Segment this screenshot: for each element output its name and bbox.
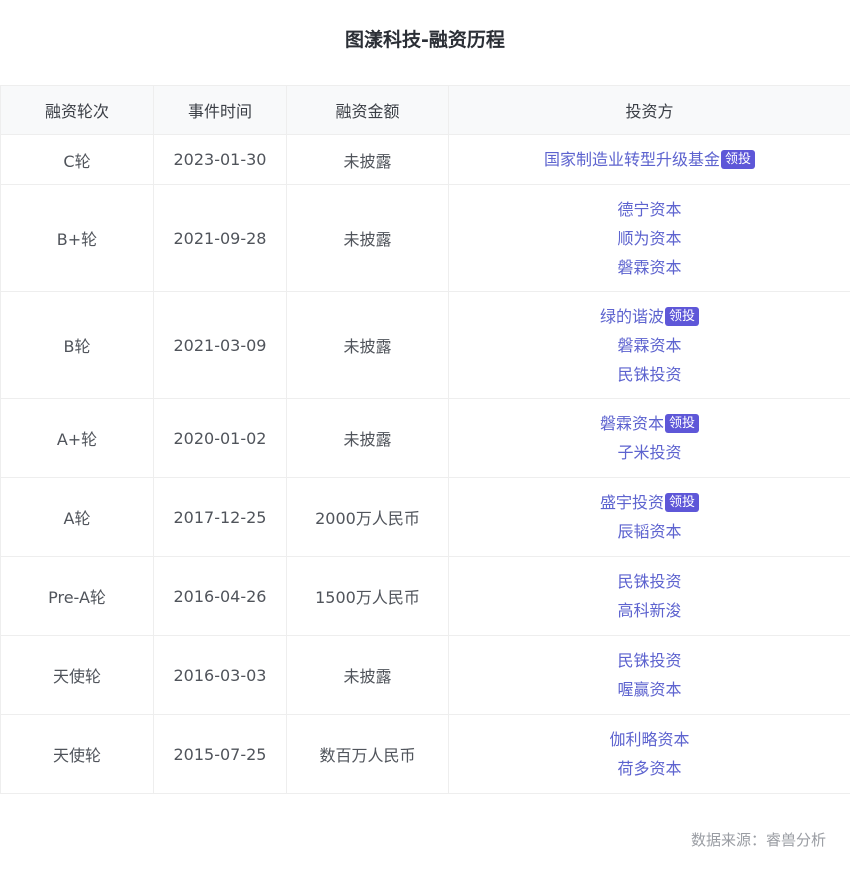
investors-cell: 盛宇投资 领投辰韬资本 <box>448 477 850 557</box>
round-cell: 天使轮 <box>0 714 154 794</box>
round-cell: B+轮 <box>0 184 154 292</box>
investor-item: 德宁资本 <box>449 195 850 224</box>
investor-link[interactable]: 民铢投资 <box>617 365 681 384</box>
lead-investor-badge: 领投 <box>665 306 700 326</box>
data-source-note: 数据来源：睿兽分析 <box>690 831 826 849</box>
date-cell: 2020-01-02 <box>153 398 287 478</box>
date-cell: 2021-03-09 <box>153 291 287 399</box>
investor-link[interactable]: 绿的谐波 <box>600 307 664 326</box>
table-row: B轮 2021-03-09 未披露 绿的谐波 领投 磐霖资本 民铢投资 <box>0 291 850 399</box>
date-cell: 2017-12-25 <box>153 477 287 557</box>
amount-cell: 2000万人民币 <box>286 477 449 557</box>
investor-link[interactable]: 磐霖资本 <box>617 336 681 355</box>
investor-link[interactable]: 喔赢资本 <box>617 680 681 699</box>
investor-link[interactable]: 高科新浚 <box>617 601 681 620</box>
amount-cell: 未披露 <box>286 291 449 399</box>
investor-link[interactable]: 子米投资 <box>617 443 681 462</box>
column-header-amount: 融资金额 <box>286 85 449 135</box>
amount-cell: 数百万人民币 <box>286 714 449 794</box>
table-row: 天使轮 2016-03-03 未披露 民铢投资 喔赢资本 <box>0 635 850 715</box>
round-cell: C轮 <box>0 134 154 185</box>
investor-item: 荷多资本 <box>449 754 850 783</box>
investors-cell: 民铢投资 喔赢资本 <box>448 635 850 715</box>
investor-item: 盛宇投资 领投 <box>449 488 850 517</box>
investors-cell: 磐霖资本 领投子米投资 <box>448 398 850 478</box>
table-row: B+轮 2021-09-28 未披露 德宁资本 顺为资本 磐霖资本 <box>0 184 850 292</box>
investor-item: 子米投资 <box>449 438 850 467</box>
investor-item: 绿的谐波 领投 <box>449 302 850 331</box>
investor-link[interactable]: 磐霖资本 <box>600 414 664 433</box>
investor-link[interactable]: 辰韬资本 <box>617 522 681 541</box>
round-cell: B轮 <box>0 291 154 399</box>
investor-link[interactable]: 国家制造业转型升级基金 <box>544 150 720 169</box>
date-cell: 2016-03-03 <box>153 635 287 715</box>
investor-item: 高科新浚 <box>449 596 850 625</box>
investor-item: 磐霖资本 <box>449 253 850 282</box>
amount-cell: 1500万人民币 <box>286 556 449 636</box>
funding-history-table: 融资轮次 事件时间 融资金额 投资方 C轮 2023-01-30 未披露 国家制造业转… <box>0 85 850 794</box>
investor-item: 民铢投资 <box>449 567 850 596</box>
investor-item: 喔赢资本 <box>449 675 850 704</box>
round-cell: A+轮 <box>0 398 154 478</box>
investors-cell: 德宁资本顺为资本磐霖资本 <box>448 184 850 292</box>
investors-cell: 伽利略资本 荷多资本 <box>448 714 850 794</box>
round-cell: 天使轮 <box>0 635 154 715</box>
table-header-row: 融资轮次 事件时间 融资金额 投资方 <box>0 85 850 135</box>
investors-cell: 国家制造业转型升级基金 领投 <box>448 134 850 185</box>
investor-link[interactable]: 伽利略资本 <box>609 730 689 749</box>
investor-item: 磐霖资本 <box>449 331 850 360</box>
investor-item: 顺为资本 <box>449 224 850 253</box>
lead-investor-badge: 领投 <box>665 414 700 433</box>
amount-cell: 未披露 <box>286 398 449 478</box>
investor-link[interactable]: 荷多资本 <box>617 759 681 778</box>
investors-cell: 绿的谐波 领投磐霖资本民铢投资 <box>448 291 850 399</box>
date-cell: 2015-07-25 <box>153 714 287 794</box>
column-header-investors: 投资方 <box>448 85 850 135</box>
lead-investor-badge: 领投 <box>665 493 700 512</box>
table-row: A+轮 2020-01-02 未披露 磐霖资本 领投 子米投资 <box>0 398 850 478</box>
table-row: 天使轮 2015-07-25 数百万人民币 伽利略资本 荷多资本 <box>0 714 850 794</box>
investor-link[interactable]: 盛宇投资 <box>600 493 664 512</box>
investor-link[interactable]: 民铢投资 <box>617 651 681 670</box>
investor-item: 民铢投资 <box>449 646 850 675</box>
lead-investor-badge: 领投 <box>721 150 756 169</box>
round-cell: Pre-A轮 <box>0 556 154 636</box>
date-cell: 2023-01-30 <box>153 134 287 185</box>
amount-cell: 未披露 <box>286 635 449 715</box>
investor-link[interactable]: 民铢投资 <box>617 572 681 591</box>
page-title: 图漾科技-融资历程 <box>345 29 505 51</box>
investor-item: 民铢投资 <box>449 360 850 389</box>
investor-link[interactable]: 德宁资本 <box>617 200 681 219</box>
date-cell: 2021-09-28 <box>153 184 287 292</box>
table-row: Pre-A轮 2016-04-26 1500万人民币 民铢投资 高科新浚 <box>0 556 850 636</box>
amount-cell: 未披露 <box>286 184 449 292</box>
table-row: C轮 2023-01-30 未披露 国家制造业转型升级基金 领投 <box>0 134 850 185</box>
investor-link[interactable]: 顺为资本 <box>617 229 681 248</box>
column-header-date: 事件时间 <box>153 85 287 135</box>
column-header-round: 融资轮次 <box>0 85 154 135</box>
investor-item: 伽利略资本 <box>449 725 850 754</box>
table-body: C轮 2023-01-30 未披露 国家制造业转型升级基金 领投 B+轮 2021-09-2… <box>0 134 850 794</box>
investor-item: 国家制造业转型升级基金 领投 <box>449 145 850 174</box>
amount-cell: 未披露 <box>286 134 449 185</box>
investor-link[interactable]: 磐霖资本 <box>617 258 681 277</box>
round-cell: A轮 <box>0 477 154 557</box>
investor-item: 磐霖资本 领投 <box>449 409 850 438</box>
table-row: A轮 2017-12-25 2000万人民币 盛宇投资 领投 辰韬资本 <box>0 477 850 557</box>
date-cell: 2016-04-26 <box>153 556 287 636</box>
investor-item: 辰韬资本 <box>449 517 850 546</box>
investors-cell: 民铢投资 高科新浚 <box>448 556 850 636</box>
